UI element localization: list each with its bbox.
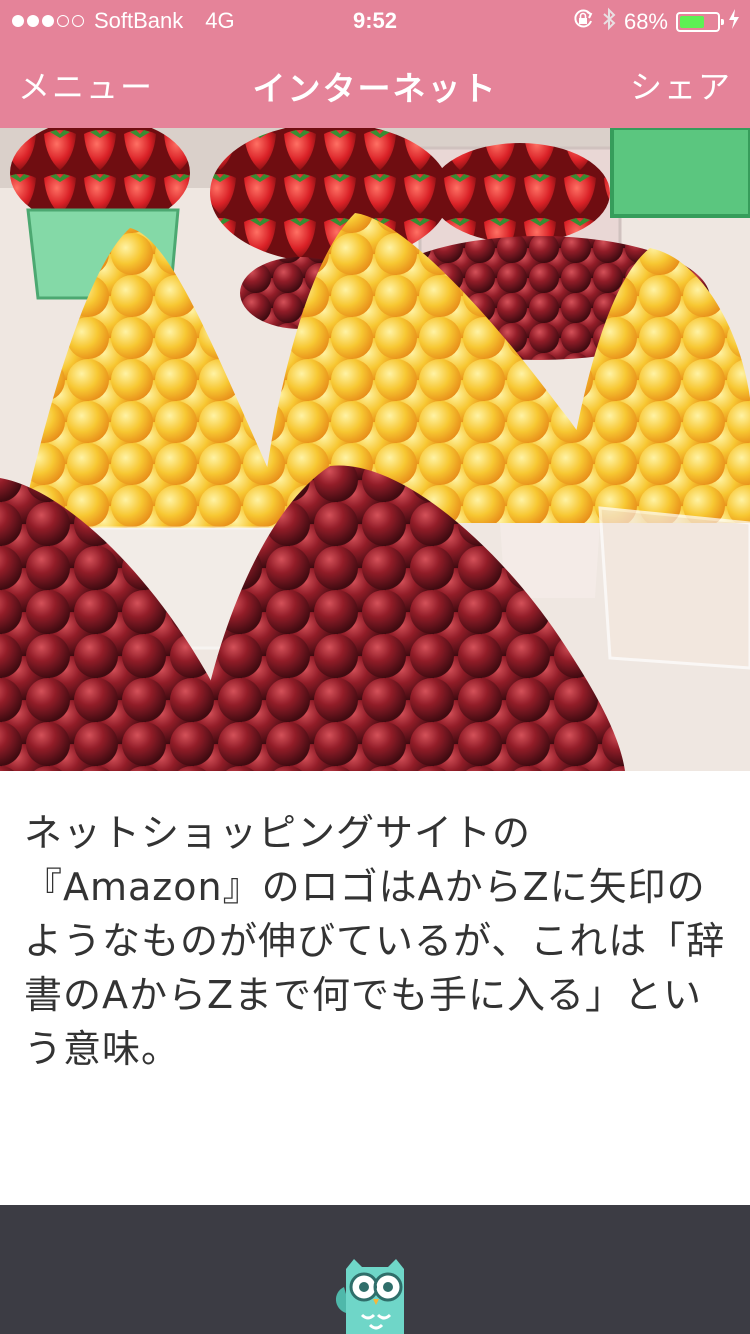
footer-bar (0, 1205, 750, 1334)
navigation-bar: メニュー インターネット シェア (0, 40, 750, 128)
charging-bolt-icon (728, 8, 740, 36)
share-button[interactable]: シェア (630, 62, 732, 108)
article-text: ネットショッピングサイトの『Amazon』のロゴはAからZに矢印のようなものが伸… (24, 811, 726, 1071)
battery-fill (680, 16, 704, 28)
battery-percent: 68% (623, 9, 668, 34)
owl-mascot-icon[interactable] (332, 1257, 418, 1334)
status-right: 68% (572, 7, 740, 37)
status-bar: SoftBank 4G 9:52 68% (0, 0, 750, 40)
orientation-lock-icon (572, 8, 594, 36)
battery-icon (676, 12, 724, 32)
fruit-market-photo (0, 128, 750, 771)
app-screen: SoftBank 4G 9:52 68% メニュー インターネット シェア ネッ… (0, 0, 750, 1334)
bluetooth-icon (602, 7, 616, 37)
